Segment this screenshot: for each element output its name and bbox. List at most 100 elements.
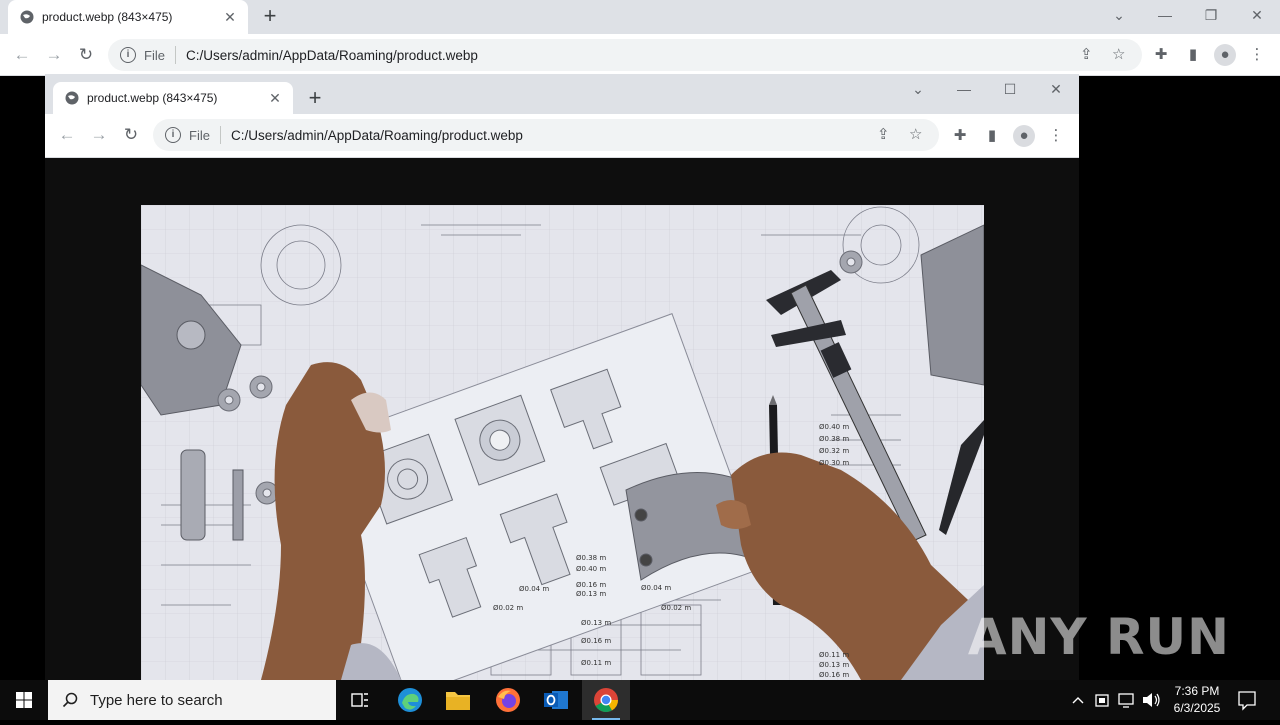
inner-tab-title: product.webp (843×475) [87, 91, 267, 105]
share-icon[interactable]: ⇪ [877, 119, 890, 151]
clock-time: 7:36 PM [1164, 683, 1230, 700]
outer-tab-title: product.webp (843×475) [42, 10, 222, 24]
forward-icon[interactable]: → [85, 122, 113, 148]
inner-tab[interactable]: product.webp (843×475) ✕ [53, 82, 293, 114]
bookmark-star-icon[interactable]: ☆ [909, 119, 922, 151]
divider [175, 46, 176, 64]
outer-toolbar: ← → ↻ i File C:/Users/admin/AppData/Roam… [0, 34, 1280, 76]
profile-avatar-icon[interactable]: ● [1013, 125, 1035, 147]
tray-device-icon[interactable] [1092, 680, 1112, 720]
task-view-icon [350, 691, 370, 709]
firefox-app[interactable] [484, 680, 532, 720]
blueprint-label: Ø0.04 m [519, 585, 549, 593]
taskbar: Type here to search 7:36 PM 6/3/2025 [0, 680, 1280, 720]
bookmark-star-icon[interactable]: ☆ [1112, 39, 1125, 71]
tray-volume-icon[interactable] [1140, 680, 1162, 720]
share-icon[interactable]: ⇪ [1080, 39, 1093, 71]
blueprint-label: Ø0.13 m [581, 619, 611, 627]
inner-url-text[interactable]: C:/Users/admin/AppData/Roaming/product.w… [231, 128, 523, 143]
blueprint-label: Ø0.02 m [493, 604, 523, 612]
reload-icon[interactable]: ↻ [117, 122, 145, 148]
reload-icon[interactable]: ↻ [72, 42, 100, 68]
search-placeholder: Type here to search [90, 692, 223, 709]
inner-tab-strip: product.webp (843×475) ✕ + ⌄ — ☐ ✕ [45, 74, 1079, 114]
blueprint-label: Ø0.30 m [819, 459, 849, 467]
outlook-app[interactable] [532, 680, 580, 720]
firefox-icon [495, 687, 521, 713]
blueprint-label: Ø0.11 m [819, 651, 849, 659]
file-explorer-app[interactable] [434, 680, 482, 720]
close-window-button[interactable]: ✕ [1033, 74, 1079, 104]
inner-address-bar[interactable]: i File C:/Users/admin/AppData/Roaming/pr… [153, 119, 939, 151]
forward-icon[interactable]: → [40, 42, 68, 68]
blueprint-label: Ø0.04 m [641, 584, 671, 592]
outer-address-bar[interactable]: i File C:/Users/admin/AppData/Roaming/pr… [108, 39, 1142, 71]
folder-icon [445, 689, 471, 711]
blueprint-label: Ø0.38 m [576, 554, 606, 562]
blueprint-label: Ø0.13 m [819, 661, 849, 669]
edge-app[interactable] [386, 680, 434, 720]
clock-date: 6/3/2025 [1164, 700, 1230, 717]
blueprint-label: Ø0.40 m [576, 565, 606, 573]
blueprint-label: Ø0.16 m [576, 581, 606, 589]
profile-avatar-icon[interactable]: ● [1214, 44, 1236, 66]
close-window-button[interactable]: ✕ [1234, 0, 1280, 30]
windows-logo-icon [0, 680, 48, 720]
back-icon[interactable]: ← [8, 42, 36, 68]
maximize-button[interactable]: ☐ [987, 74, 1033, 104]
device-icon [1092, 680, 1112, 720]
show-hidden-icons[interactable] [1068, 680, 1088, 720]
close-tab-icon[interactable]: ✕ [267, 90, 283, 107]
network-icon [1116, 680, 1138, 720]
new-tab-button[interactable]: + [301, 86, 329, 112]
windows-start-button[interactable] [0, 680, 48, 720]
back-icon[interactable]: ← [53, 122, 81, 148]
blueprint-label: Ø0.16 m [819, 671, 849, 679]
outer-scheme-label: File [144, 48, 165, 63]
notification-center-button[interactable] [1234, 680, 1260, 720]
divider [220, 126, 221, 144]
taskbar-clock[interactable]: 7:36 PM 6/3/2025 [1164, 683, 1230, 717]
tab-search-icon[interactable]: ⌄ [895, 74, 941, 104]
blueprint-label: Ø0.40 m [819, 423, 849, 431]
inner-scheme-label: File [189, 128, 210, 143]
side-panel-icon[interactable]: ▮ [981, 125, 1003, 147]
menu-kebab-icon[interactable]: ⋮ [1246, 44, 1268, 66]
notification-icon [1234, 680, 1260, 720]
blueprint-label: Ø0.11 m [581, 659, 611, 667]
outer-url-text[interactable]: C:/Users/admin/AppData/Roaming/product.w… [186, 48, 478, 63]
extensions-icon[interactable]: ✚ [949, 125, 971, 147]
minimize-button[interactable]: — [1142, 0, 1188, 30]
volume-icon [1140, 680, 1162, 720]
product-image: Ø0.40 m Ø0.38 m Ø0.32 m Ø0.30 m Ø0.38 m … [141, 205, 984, 680]
minimize-button[interactable]: — [941, 74, 987, 104]
chrome-app[interactable] [582, 680, 630, 720]
tray-network-icon[interactable] [1116, 680, 1138, 720]
info-icon[interactable]: i [120, 47, 136, 63]
outlook-icon [543, 688, 569, 712]
outer-tab[interactable]: product.webp (843×475) ✕ [8, 0, 248, 34]
extensions-icon[interactable]: ✚ [1150, 44, 1172, 66]
engineering-blueprint-photo: Ø0.40 m Ø0.38 m Ø0.32 m Ø0.30 m Ø0.38 m … [141, 205, 984, 680]
globe-icon [65, 91, 79, 105]
task-view-button[interactable] [336, 680, 384, 720]
blueprint-label: Ø0.13 m [576, 590, 606, 598]
taskbar-search-box[interactable]: Type here to search [48, 680, 336, 720]
search-icon [62, 692, 78, 708]
outer-tab-strip: product.webp (843×475) ✕ + ⌄ — ❐ ✕ [0, 0, 1280, 34]
inner-browser-window: product.webp (843×475) ✕ + ⌄ — ☐ ✕ ← → ↻… [45, 74, 1079, 680]
inner-toolbar: ← → ↻ i File C:/Users/admin/AppData/Roam… [45, 114, 1079, 158]
new-tab-button[interactable]: + [256, 4, 284, 30]
info-icon[interactable]: i [165, 127, 181, 143]
menu-kebab-icon[interactable]: ⋮ [1045, 125, 1067, 147]
side-panel-icon[interactable]: ▮ [1182, 44, 1204, 66]
chrome-icon [593, 687, 619, 713]
edge-icon [397, 687, 423, 713]
chevron-up-icon [1068, 680, 1088, 720]
blueprint-label: Ø0.32 m [819, 447, 849, 455]
tab-search-icon[interactable]: ⌄ [1096, 0, 1142, 30]
anyrun-watermark: ANY RUN [968, 608, 1230, 666]
close-tab-icon[interactable]: ✕ [222, 9, 238, 26]
globe-icon [20, 10, 34, 24]
restore-button[interactable]: ❐ [1188, 0, 1234, 30]
